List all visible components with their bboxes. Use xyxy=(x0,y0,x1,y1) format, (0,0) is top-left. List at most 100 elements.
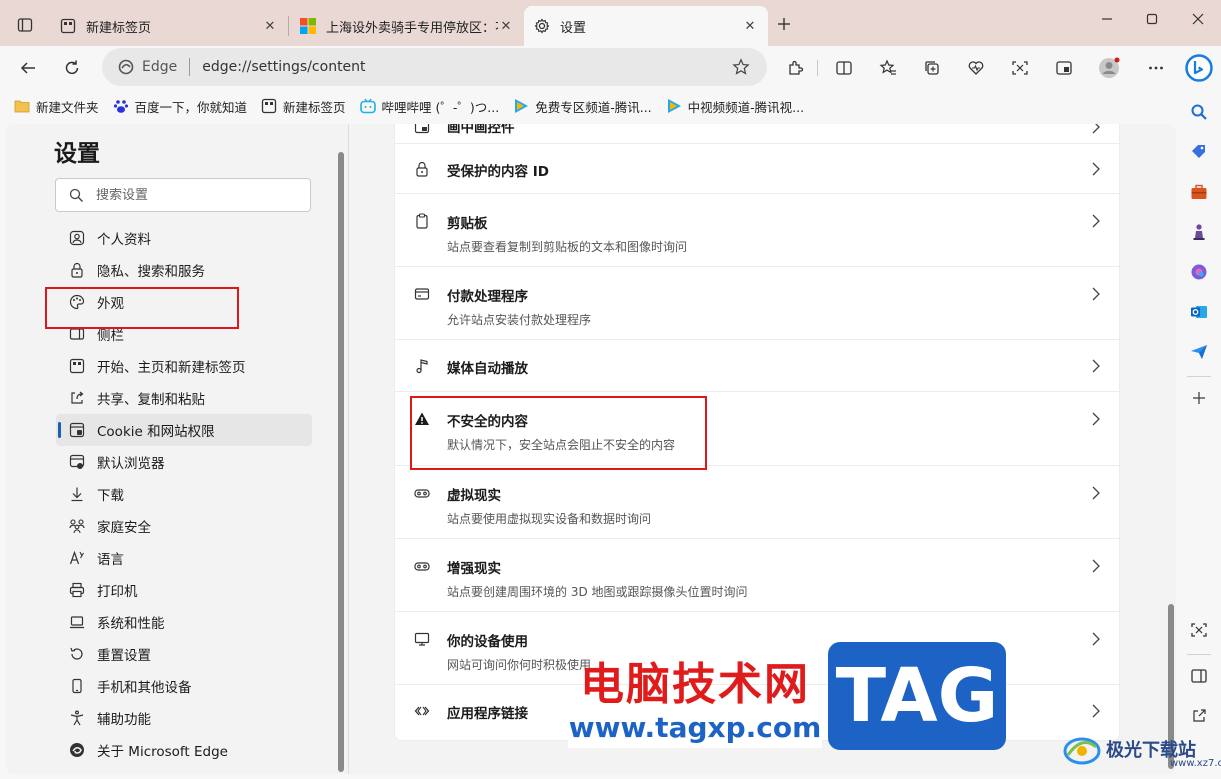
microsoft-icon xyxy=(300,18,316,34)
nav-item-about-edge[interactable]: 关于 Microsoft Edge xyxy=(56,734,312,766)
nav-item-system-performance[interactable]: 系统和性能 xyxy=(56,606,312,638)
browser-essentials-button[interactable] xyxy=(962,54,990,82)
share-icon xyxy=(68,389,86,407)
setting-row-virtual-reality[interactable]: 虚拟现实 站点要使用虚拟现实设备和数据时询问 xyxy=(395,466,1119,539)
bookmark-item[interactable]: 中视频频道-腾讯视... xyxy=(666,97,804,116)
sidebar-search-button[interactable] xyxy=(1187,100,1211,124)
nav-item-label: 系统和性能 xyxy=(97,616,165,632)
sidebar-outlook-button[interactable] xyxy=(1187,300,1211,324)
nav-item-downloads[interactable]: 下载 xyxy=(56,478,312,510)
screenshot-button[interactable] xyxy=(1006,54,1034,82)
profile-button[interactable] xyxy=(1095,54,1123,82)
app-link-icon xyxy=(413,702,431,720)
nav-item-phone-devices[interactable]: 手机和其他设备 xyxy=(56,670,312,702)
setting-row-media-autoplay[interactable]: 媒体自动播放 xyxy=(395,340,1119,392)
nav-scrollbar[interactable] xyxy=(338,152,344,772)
maximize-button[interactable] xyxy=(1137,8,1167,30)
more-options-button[interactable] xyxy=(1142,54,1170,82)
nav-item-label: 手机和其他设备 xyxy=(97,680,192,696)
tab-new-tab[interactable]: 新建标签页 ✕ xyxy=(50,6,288,46)
collections-button[interactable] xyxy=(918,54,946,82)
sidebar-add-button[interactable] xyxy=(1187,386,1211,410)
split-screen-button[interactable] xyxy=(830,54,858,82)
tab-actions-icon xyxy=(17,18,33,32)
nav-item-share-copy[interactable]: 共享、复制和粘贴 xyxy=(56,382,312,414)
favorite-star-icon[interactable] xyxy=(729,55,753,79)
nav-item-family-safety[interactable]: 家庭安全 xyxy=(56,510,312,542)
setting-row-clipboard[interactable]: 剪贴板 站点要查看复制到剪贴板的文本和图像时询问 xyxy=(395,194,1119,267)
workspaces-button[interactable] xyxy=(1050,54,1078,82)
bookmark-item[interactable]: 新建标签页 xyxy=(261,97,346,116)
watermark-logo-subtext: www.xz7.com xyxy=(1170,758,1221,769)
screenshot-icon xyxy=(1191,623,1207,637)
sidebar-shopping-button[interactable] xyxy=(1187,140,1211,164)
sidebar-tools-button[interactable] xyxy=(1187,180,1211,204)
nav-item-cookies-permissions[interactable]: Cookie 和网站权限 xyxy=(56,414,312,446)
setting-description: 站点要使用虚拟现实设备和数据时询问 xyxy=(447,512,652,526)
sidebar-drop-button[interactable] xyxy=(1187,340,1211,364)
workspaces-icon xyxy=(1056,61,1072,75)
send-icon xyxy=(1191,345,1207,359)
sidebar-screenshot-button[interactable] xyxy=(1187,618,1211,642)
tab-title: 新建标签页 xyxy=(86,20,152,36)
bookmark-item[interactable]: 免费专区频道-腾讯... xyxy=(513,97,652,116)
close-icon xyxy=(1192,13,1204,25)
setting-row-protected-content[interactable]: 受保护的内容 ID xyxy=(395,144,1119,194)
default-browser-icon xyxy=(68,453,86,471)
window-close-button[interactable] xyxy=(1183,8,1213,30)
close-icon[interactable]: ✕ xyxy=(498,18,514,34)
setting-row-picture-in-picture[interactable]: 画中画控件 xyxy=(395,124,1119,144)
close-icon[interactable]: ✕ xyxy=(262,18,278,34)
tab-settings[interactable]: 设置 ✕ xyxy=(524,6,768,46)
nav-item-accessibility[interactable]: 辅助功能 xyxy=(56,702,312,734)
back-button[interactable] xyxy=(14,54,42,82)
address-bar[interactable]: Edge edge://settings/content xyxy=(102,48,767,86)
nav-item-default-browser[interactable]: 默认浏览器 xyxy=(56,446,312,478)
extensions-button[interactable] xyxy=(782,54,810,82)
clipboard-icon xyxy=(413,212,431,230)
close-icon[interactable]: ✕ xyxy=(742,18,758,34)
favorites-button[interactable] xyxy=(874,54,902,82)
nav-item-label: 默认浏览器 xyxy=(97,456,165,472)
nav-item-languages[interactable]: 语言 xyxy=(56,542,312,574)
sidebar-open-external-button[interactable] xyxy=(1187,704,1211,728)
nav-item-start-home[interactable]: 开始、主页和新建标签页 xyxy=(56,350,312,382)
bookmark-item[interactable]: 新建文件夹 xyxy=(14,97,99,116)
bookmark-label: 中视频频道-腾讯视... xyxy=(687,99,805,115)
nav-item-reset[interactable]: 重置设置 xyxy=(56,638,312,670)
minimize-button[interactable] xyxy=(1092,8,1122,30)
folder-icon xyxy=(14,98,30,114)
edge-icon xyxy=(118,59,134,75)
home-page-icon xyxy=(68,357,86,375)
search-input[interactable] xyxy=(96,187,296,203)
nav-item-label: 个人资料 xyxy=(97,232,151,248)
bookmark-label: 免费专区频道-腾讯... xyxy=(535,99,652,115)
sidebar-hide-button[interactable] xyxy=(1187,664,1211,688)
split-screen-icon xyxy=(836,61,852,75)
url-text[interactable]: edge://settings/content xyxy=(202,59,729,75)
watermark-tag-logo: TAG xyxy=(828,642,1006,750)
tab-news[interactable]: 上海设外卖骑手专用停放区：不再… ✕ xyxy=(290,6,524,46)
chess-piece-icon xyxy=(1193,224,1205,240)
setting-row-payment-handlers[interactable]: 付款处理程序 允许站点安装付款处理程序 xyxy=(395,267,1119,340)
sidebar-games-button[interactable] xyxy=(1187,220,1211,244)
setting-title: 受保护的内容 ID xyxy=(447,164,549,180)
music-note-icon xyxy=(413,357,431,375)
nav-item-label: 辅助功能 xyxy=(97,712,151,728)
tab-strip: 新建标签页 ✕ 上海设外卖骑手专用停放区：不再… ✕ 设置 ✕ xyxy=(0,0,1221,46)
toolbar: Edge edge://settings/content xyxy=(0,46,1221,90)
new-tab-button[interactable] xyxy=(772,12,796,36)
setting-row-augmented-reality[interactable]: 增强现实 站点要创建周围环境的 3D 地图或跟踪摄像头位置时询问 xyxy=(395,539,1119,612)
nav-item-profiles[interactable]: 个人资料 xyxy=(56,222,312,254)
bing-copilot-button[interactable] xyxy=(1183,52,1215,84)
tab-actions-button[interactable] xyxy=(12,12,38,38)
sidebar-microsoft365-button[interactable] xyxy=(1187,260,1211,284)
search-icon xyxy=(1191,104,1207,120)
chevron-right-icon xyxy=(1089,412,1103,426)
bookmark-item[interactable]: 百度一下，你就知道 xyxy=(113,97,247,116)
nav-item-printers[interactable]: 打印机 xyxy=(56,574,312,606)
refresh-button[interactable] xyxy=(58,54,86,82)
bookmark-item[interactable]: 哔哩哔哩 (゜-゜)つ... xyxy=(359,97,499,116)
nav-item-privacy[interactable]: 隐私、搜索和服务 xyxy=(56,254,312,286)
search-settings-box[interactable] xyxy=(55,178,311,212)
